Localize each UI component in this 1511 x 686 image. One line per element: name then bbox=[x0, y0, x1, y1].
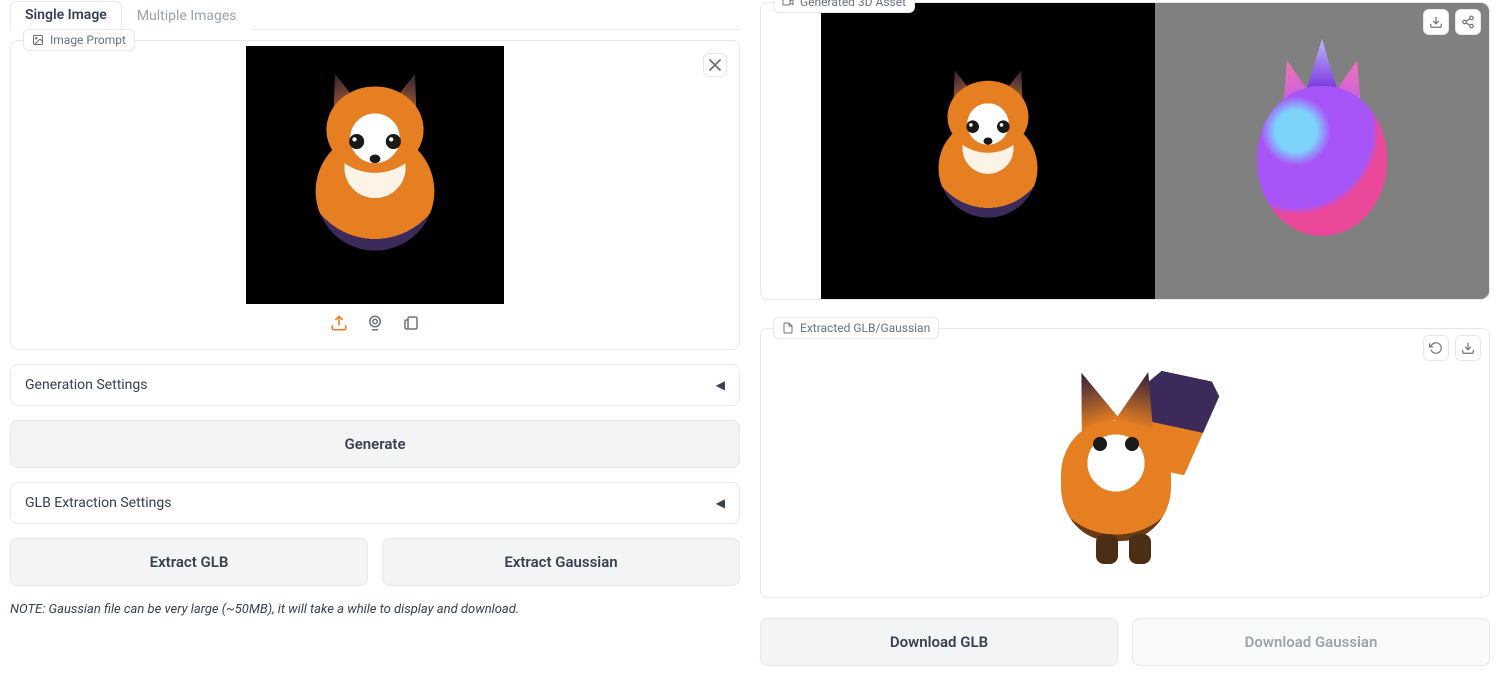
download-extracted-button[interactable] bbox=[1455, 335, 1481, 361]
gaussian-note: NOTE: Gaussian file can be very large (~… bbox=[10, 602, 740, 617]
input-image-preview[interactable] bbox=[246, 46, 504, 304]
extracted-fox-mesh bbox=[1035, 353, 1215, 573]
clear-image-button[interactable] bbox=[703, 53, 727, 77]
generated-asset-label-text: Generated 3D Asset bbox=[800, 0, 906, 9]
fox-character-image bbox=[294, 68, 456, 273]
webcam-icon bbox=[366, 314, 384, 332]
download-gaussian-button[interactable]: Download Gaussian bbox=[1132, 618, 1490, 666]
tab-multiple-images[interactable]: Multiple Images bbox=[122, 2, 252, 30]
undo-icon bbox=[1429, 341, 1443, 355]
upload-icon bbox=[330, 314, 348, 332]
generation-settings-accordion[interactable]: Generation Settings ◀ bbox=[10, 364, 740, 406]
generated-asset-panel: Generated 3D Asset bbox=[760, 2, 1490, 300]
generated-asset-label: Generated 3D Asset bbox=[773, 0, 915, 13]
tab-single-image[interactable]: Single Image bbox=[10, 1, 122, 30]
rendered-fox-normals bbox=[1242, 51, 1402, 251]
glb-extraction-settings-accordion[interactable]: GLB Extraction Settings ◀ bbox=[10, 482, 740, 524]
webcam-button[interactable] bbox=[366, 314, 384, 336]
download-icon bbox=[1461, 341, 1475, 355]
extracted-glb-label: Extracted GLB/Gaussian bbox=[773, 317, 939, 339]
collapse-icon: ◀ bbox=[716, 378, 725, 392]
generated-asset-viewer[interactable] bbox=[761, 3, 1489, 299]
rendered-fox-textured bbox=[921, 66, 1056, 237]
glb-extraction-settings-label: GLB Extraction Settings bbox=[25, 495, 171, 511]
video-icon bbox=[782, 0, 794, 8]
generate-button[interactable]: Generate bbox=[10, 420, 740, 468]
generation-settings-label: Generation Settings bbox=[25, 377, 148, 393]
extracted-glb-label-text: Extracted GLB/Gaussian bbox=[800, 321, 930, 335]
download-glb-button[interactable]: Download GLB bbox=[760, 618, 1118, 666]
download-asset-button[interactable] bbox=[1423, 9, 1449, 35]
image-prompt-panel: Image Prompt bbox=[10, 40, 740, 350]
extracted-glb-panel: Extracted GLB/Gaussian bbox=[760, 328, 1490, 598]
image-prompt-label: Image Prompt bbox=[23, 29, 135, 51]
download-icon bbox=[1429, 15, 1443, 29]
extract-gaussian-button[interactable]: Extract Gaussian bbox=[382, 538, 740, 586]
image-icon bbox=[32, 34, 44, 46]
share-icon bbox=[1461, 15, 1475, 29]
extract-glb-button[interactable]: Extract GLB bbox=[10, 538, 368, 586]
file-icon bbox=[782, 322, 794, 334]
clipboard-icon bbox=[402, 314, 420, 332]
upload-button[interactable] bbox=[330, 314, 348, 336]
share-asset-button[interactable] bbox=[1455, 9, 1481, 35]
paste-button[interactable] bbox=[402, 314, 420, 336]
collapse-icon: ◀ bbox=[716, 496, 725, 510]
reset-view-button[interactable] bbox=[1423, 335, 1449, 361]
close-icon bbox=[704, 54, 726, 76]
input-tabs: Single Image Multiple Images bbox=[10, 0, 740, 30]
extracted-glb-viewer[interactable] bbox=[1035, 353, 1215, 573]
image-prompt-label-text: Image Prompt bbox=[50, 33, 126, 47]
